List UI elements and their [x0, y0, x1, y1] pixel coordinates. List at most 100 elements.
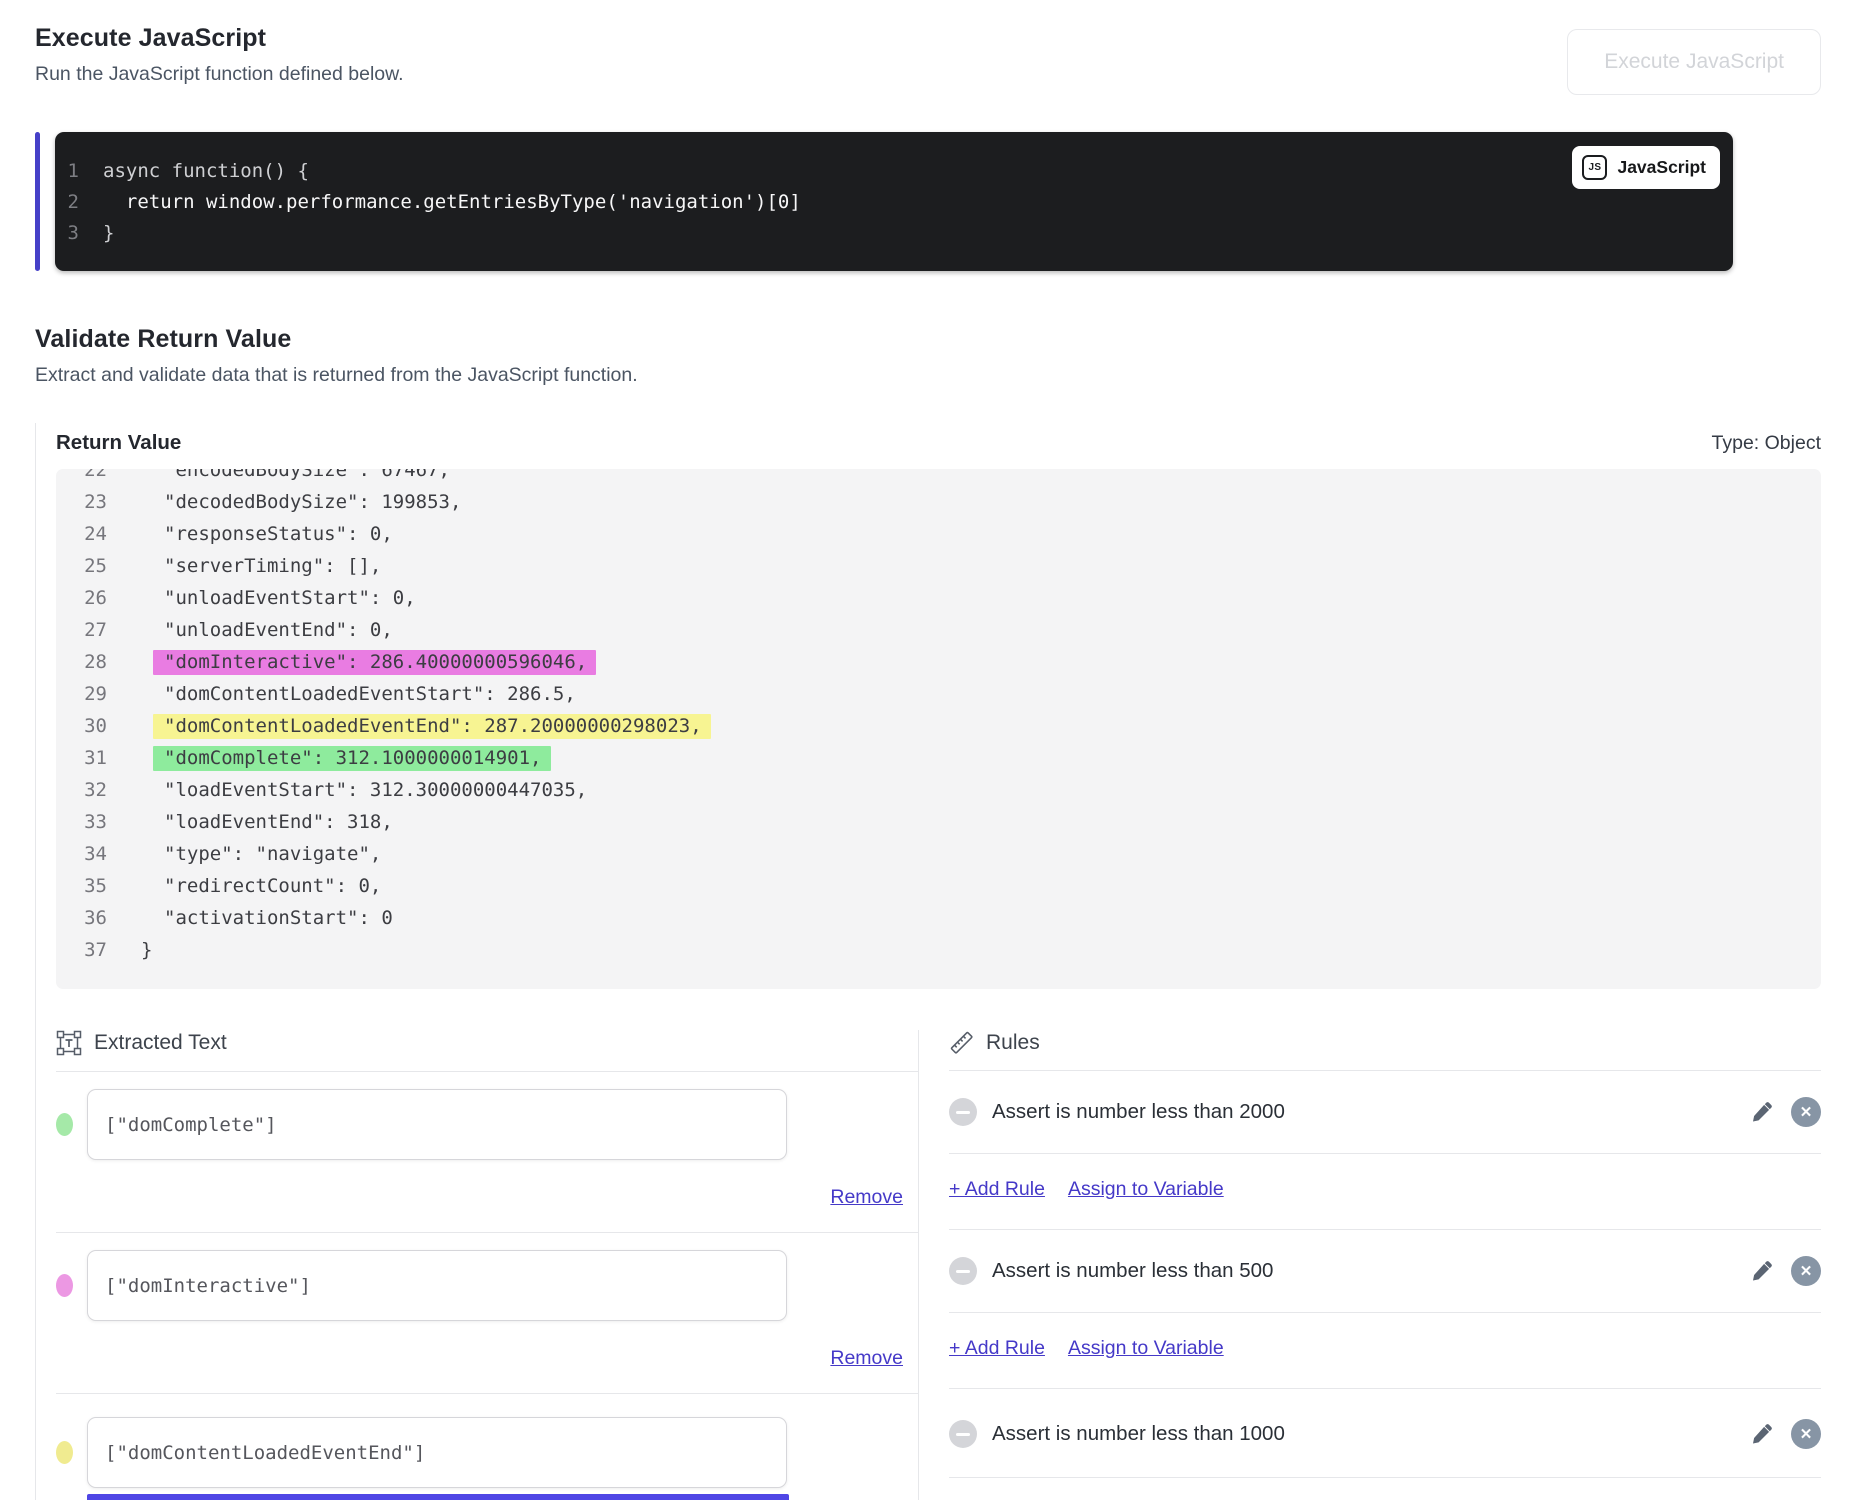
line-number: 35: [56, 870, 107, 902]
code-line: 1 async function() {: [55, 156, 1733, 187]
code-text: async function() {: [103, 156, 309, 187]
line-number: 28: [56, 646, 107, 678]
return-line-highlight-green: 31 "domComplete": 312.1000000014901,: [56, 742, 1821, 774]
extraction-path-input[interactable]: [87, 1089, 787, 1160]
remove-extraction-link[interactable]: Remove: [830, 1347, 903, 1369]
ruler-icon: [949, 1030, 974, 1055]
extraction-color-dot-green: [56, 1113, 73, 1136]
javascript-icon: JS: [1582, 155, 1607, 180]
code-text: }: [103, 218, 114, 249]
language-badge[interactable]: JS JavaScript: [1572, 146, 1720, 189]
add-rule-link[interactable]: + Add Rule: [949, 1337, 1045, 1360]
line-number: 25: [56, 550, 107, 582]
return-value-label: Return Value: [56, 431, 181, 455]
json-text: "encodedBodySize": 67467,: [164, 469, 450, 481]
line-number: 1: [55, 156, 103, 187]
extraction-path-input[interactable]: [87, 1417, 787, 1488]
edit-rule-icon[interactable]: [1750, 1100, 1774, 1124]
return-line: 34 "type": "navigate",: [56, 838, 1821, 870]
page-title: Execute JavaScript: [35, 24, 1821, 53]
rule-actions-row: + Add Rule Assign to Variable: [949, 1313, 1821, 1389]
line-number: 32: [56, 774, 107, 806]
line-number: 26: [56, 582, 107, 614]
edit-rule-icon[interactable]: [1750, 1259, 1774, 1283]
json-text: "domComplete": 312.1000000014901,: [153, 746, 551, 771]
delete-rule-icon[interactable]: ✕: [1791, 1419, 1821, 1449]
code-editor-wrap: 1 async function() { 2 return window.per…: [35, 132, 1821, 271]
minus-circle-icon[interactable]: [949, 1420, 977, 1448]
code-text: return window.performance.getEntriesByTy…: [103, 187, 801, 218]
add-rule-link[interactable]: + Add Rule: [949, 1178, 1045, 1201]
return-line: 23 "decodedBodySize": 199853,: [56, 486, 1821, 518]
json-text: "domInteractive": 286.40000000596046,: [153, 650, 596, 675]
json-text: "type": "navigate",: [164, 843, 381, 865]
assign-to-variable-link[interactable]: Assign to Variable: [1068, 1178, 1224, 1201]
extracted-text-header: Extracted Text: [94, 1031, 227, 1055]
extraction-color-dot-pink: [56, 1274, 73, 1297]
rule-row: Assert is number less than 500 ✕: [949, 1230, 1821, 1313]
line-number: 31: [56, 742, 107, 774]
line-number: 24: [56, 518, 107, 550]
delete-rule-icon[interactable]: ✕: [1791, 1097, 1821, 1127]
extraction-item: Remove: [56, 1233, 918, 1394]
minus-circle-icon[interactable]: [949, 1257, 977, 1285]
return-line: 22 "encodedBodySize": 67467,: [56, 469, 1821, 486]
execute-javascript-step-page: Execute JavaScript Run the JavaScript fu…: [0, 0, 1859, 1500]
code-line: 3 }: [55, 218, 1733, 249]
json-text: "serverTiming": [],: [164, 555, 381, 577]
json-text: "redirectCount": 0,: [164, 875, 381, 897]
rule-row: Assert is number less than 2000 ✕: [949, 1071, 1821, 1154]
line-number: 36: [56, 902, 107, 934]
line-number: 27: [56, 614, 107, 646]
return-line: 35 "redirectCount": 0,: [56, 870, 1821, 902]
line-number: 34: [56, 838, 107, 870]
execute-javascript-button[interactable]: Execute JavaScript: [1567, 29, 1821, 95]
text-extract-icon: [56, 1030, 82, 1056]
line-number: 29: [56, 678, 107, 710]
line-number: 2: [55, 187, 103, 218]
line-number: 33: [56, 806, 107, 838]
rules-column: Rules Assert is number less than 2000 ✕ …: [919, 1030, 1821, 1500]
json-text: "responseStatus": 0,: [164, 523, 393, 545]
line-number: 37: [56, 934, 107, 966]
return-line: 27"unloadEventEnd": 0,: [56, 614, 1821, 646]
validate-section-subtitle: Extract and validate data that is return…: [35, 364, 1821, 387]
line-number: 23: [56, 486, 107, 518]
return-line-highlight-pink: 28 "domInteractive": 286.40000000596046,: [56, 646, 1821, 678]
language-badge-label: JavaScript: [1617, 152, 1706, 183]
extraction-path-input[interactable]: [87, 1250, 787, 1321]
json-text: "loadEventEnd": 318,: [164, 811, 393, 833]
line-number: 3: [55, 218, 103, 249]
rule-actions-row: + Add Rule Assign to Variable: [949, 1154, 1821, 1230]
minus-circle-icon[interactable]: [949, 1098, 977, 1126]
rules-header: Rules: [986, 1031, 1040, 1055]
bottom-accent-bar: [87, 1494, 789, 1500]
return-type-label: Type: Object: [1712, 432, 1821, 455]
page-subtitle: Run the JavaScript function defined belo…: [35, 63, 1821, 86]
line-number: 22: [56, 469, 107, 486]
assign-to-variable-link[interactable]: Assign to Variable: [1068, 1337, 1224, 1360]
json-text: }: [141, 939, 152, 961]
delete-rule-icon[interactable]: ✕: [1791, 1256, 1821, 1286]
extraction-item: [56, 1394, 918, 1500]
rule-label: Assert is number less than 1000: [992, 1422, 1750, 1446]
rule-label: Assert is number less than 2000: [992, 1100, 1750, 1124]
remove-extraction-link[interactable]: Remove: [830, 1186, 903, 1208]
extraction-color-dot-yellow: [56, 1441, 73, 1464]
validate-section-title: Validate Return Value: [35, 325, 1821, 354]
return-line: 29"domContentLoadedEventStart": 286.5,: [56, 678, 1821, 710]
json-text: "decodedBodySize": 199853,: [164, 491, 461, 513]
return-line-highlight-yellow: 30"domContentLoadedEventEnd": 287.200000…: [56, 710, 1821, 742]
javascript-code-editor[interactable]: 1 async function() { 2 return window.per…: [55, 132, 1733, 271]
return-line: 37}: [56, 934, 1821, 966]
return-value-viewer[interactable]: 22 "encodedBodySize": 67467, 23 "decodedBo…: [56, 469, 1821, 989]
code-line: 2 return window.performance.getEntriesBy…: [55, 187, 1733, 218]
line-number: 30: [56, 710, 107, 742]
return-line: 24 "responseStatus": 0,: [56, 518, 1821, 550]
editor-accent-bar: [35, 132, 40, 271]
json-text: "activationStart": 0: [164, 907, 393, 929]
edit-rule-icon[interactable]: [1750, 1422, 1774, 1446]
return-line: 33 "loadEventEnd": 318,: [56, 806, 1821, 838]
rule-label: Assert is number less than 500: [992, 1259, 1750, 1283]
rule-row: Assert is number less than 1000 ✕: [949, 1389, 1821, 1478]
